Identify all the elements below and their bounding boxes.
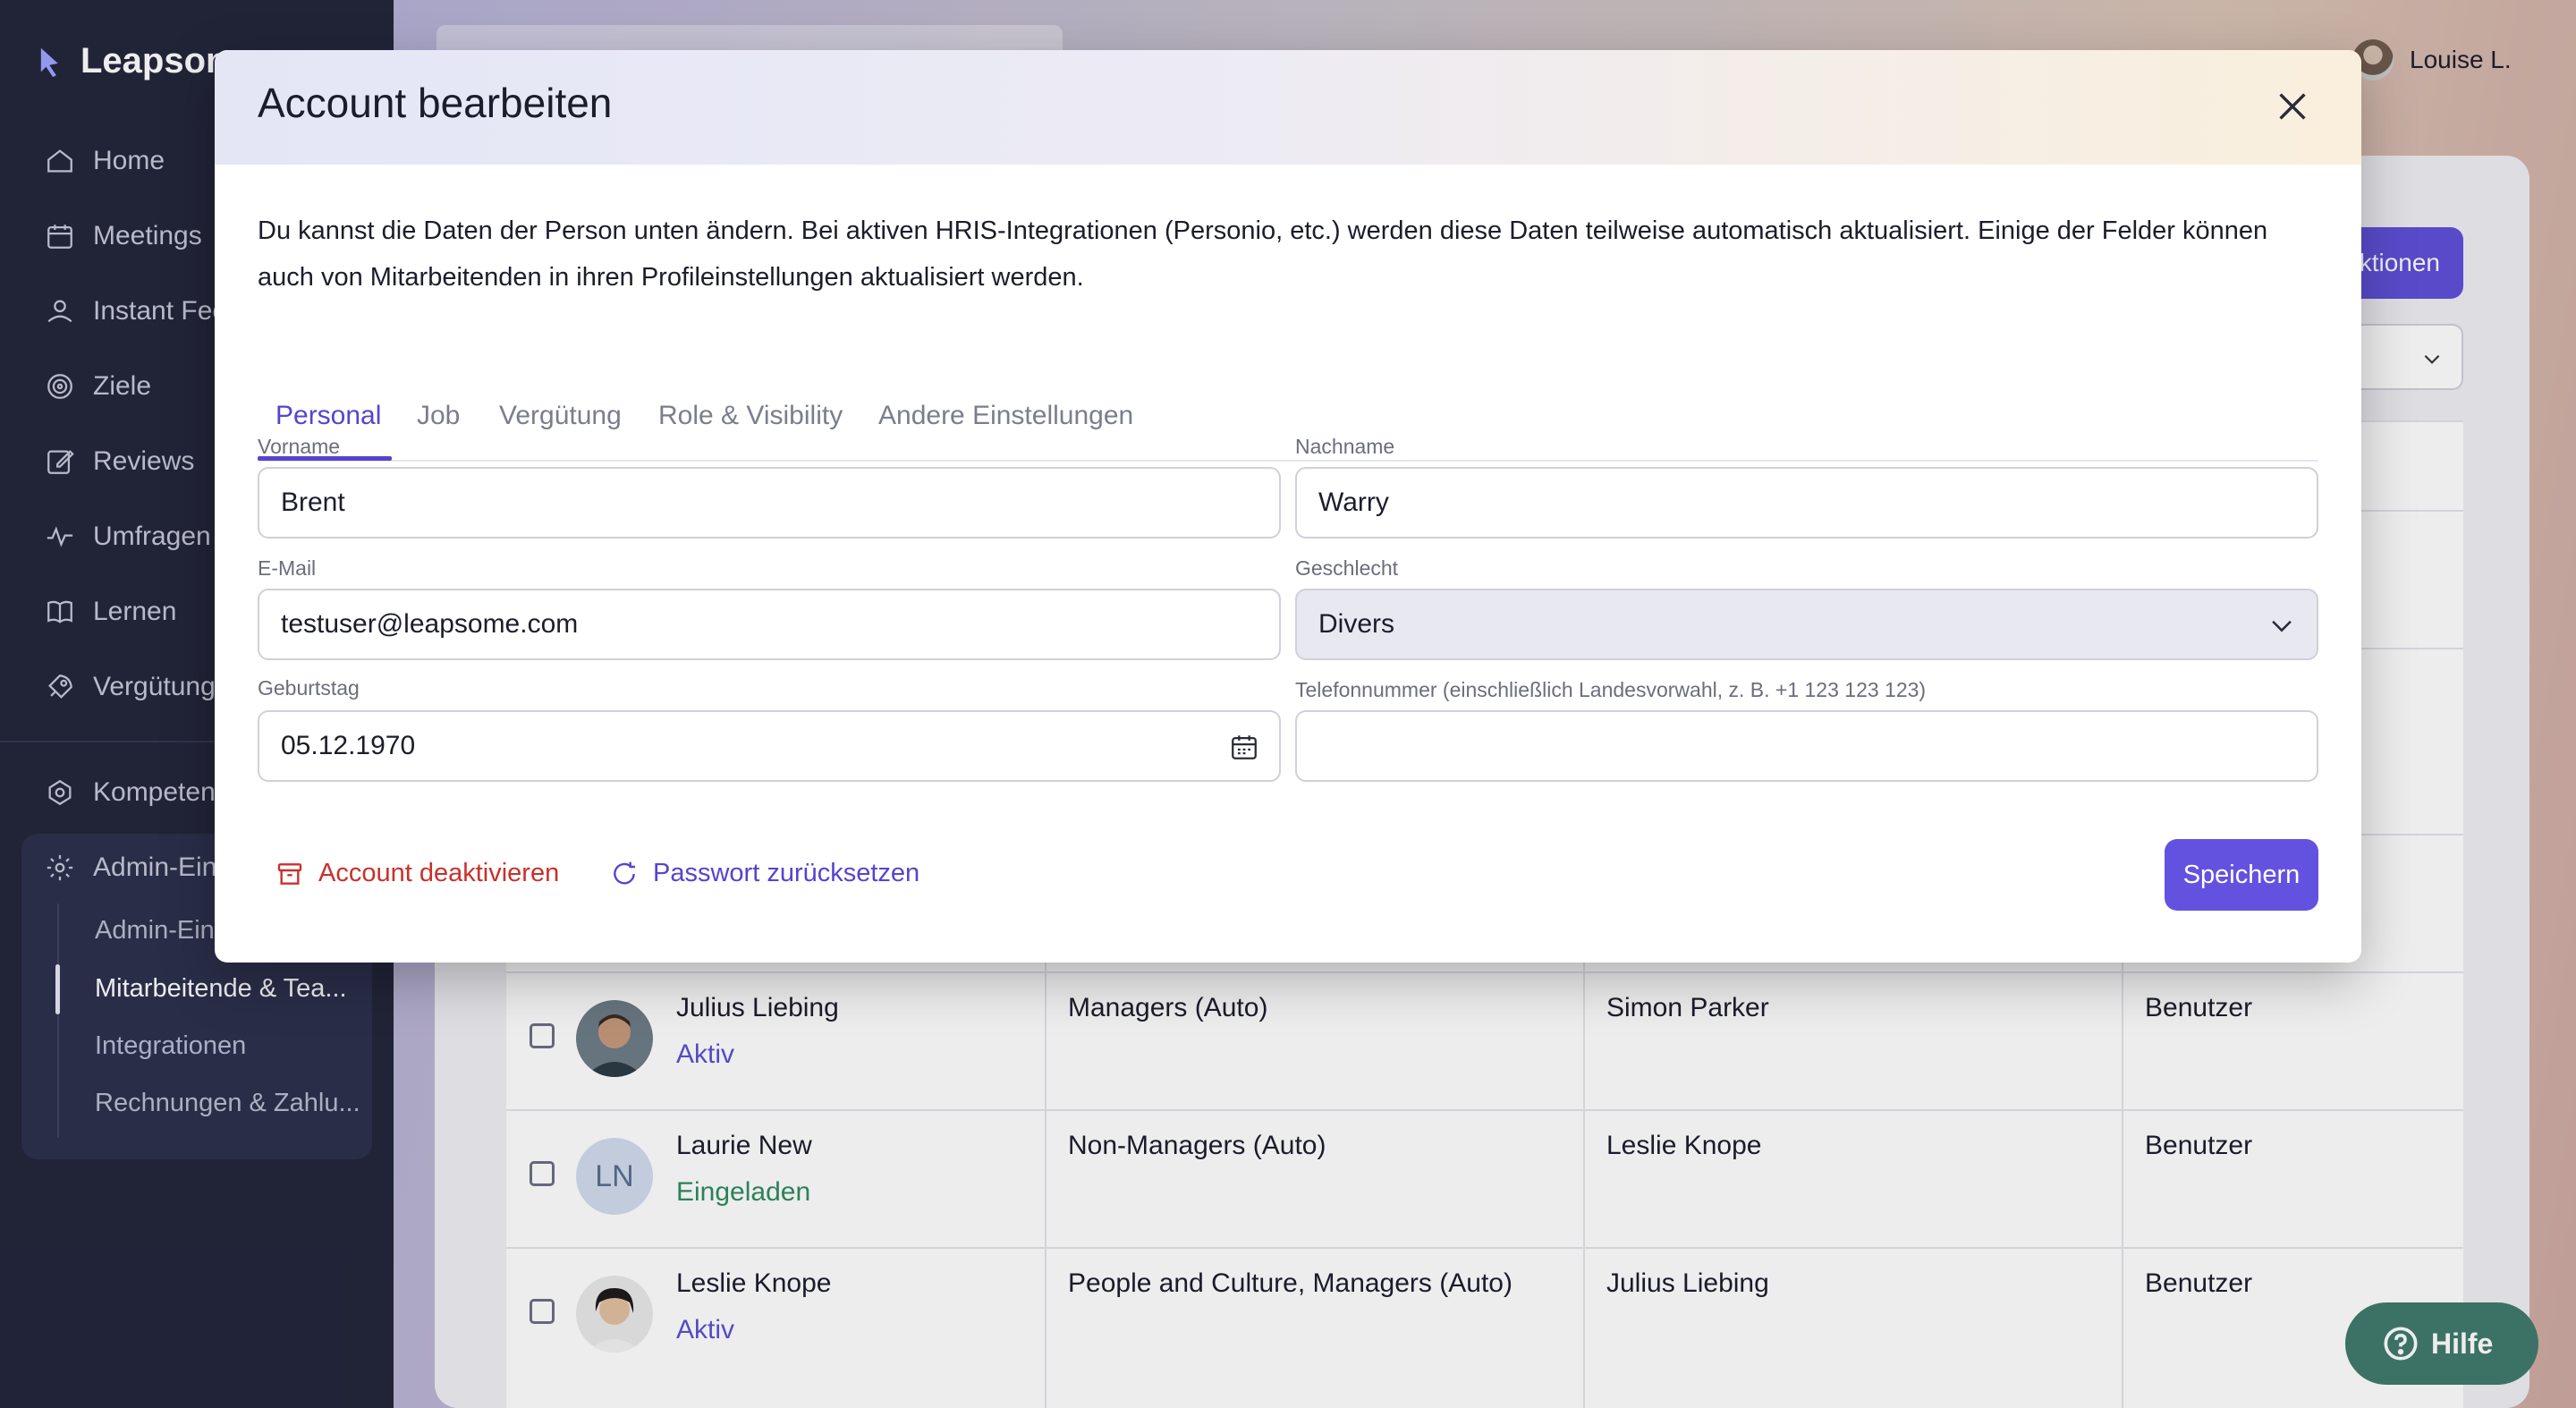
modal-description: Du kannst die Daten der Person unten änd… — [258, 216, 2268, 292]
tabs-divider — [258, 460, 2318, 462]
refresh-icon — [614, 861, 635, 885]
tab-role-visibility[interactable]: Role & Visibility — [658, 401, 843, 431]
email-field[interactable]: testuser@leapsome.com — [258, 589, 1281, 660]
first-name-label: Vorname — [258, 435, 341, 458]
deactivate-account-button[interactable]: Account deaktivieren — [275, 859, 559, 888]
edit-account-modal: Account bearbeiten Du kannst die Daten d… — [215, 50, 2361, 963]
last-name-field[interactable]: Warry — [1295, 467, 2318, 539]
deactivate-label: Account deaktivieren — [318, 859, 560, 887]
email-label: E-Mail — [258, 556, 317, 580]
calendar-icon[interactable] — [1229, 732, 1259, 762]
tab-personal[interactable]: Personal — [275, 401, 381, 431]
reset-password-button[interactable]: Passwort zurücksetzen — [610, 859, 919, 888]
tab-verguetung[interactable]: Vergütung — [499, 401, 622, 431]
tab-other-settings[interactable]: Andere Einstellungen — [878, 401, 1133, 431]
last-name-value: Warry — [1318, 488, 1389, 517]
birthday-field[interactable]: 05.12.1970 — [258, 710, 1281, 782]
first-name-value: Brent — [281, 488, 345, 517]
close-icon[interactable] — [2272, 86, 2313, 127]
phone-label: Telefonnummer (einschließlich Landesvorw… — [1295, 678, 1927, 701]
chevron-down-icon — [2272, 620, 2292, 632]
gender-label: Geschlecht — [1295, 556, 1399, 580]
modal-tabs: Personal Job Vergütung Role & Visibility… — [258, 351, 2318, 463]
gender-value: Divers — [1318, 609, 1395, 639]
gender-select[interactable]: Divers — [1295, 589, 2318, 660]
modal-header: Account bearbeiten — [215, 50, 2361, 165]
modal-title: Account bearbeiten — [258, 80, 613, 126]
tab-job[interactable]: Job — [417, 401, 460, 431]
birthday-label: Geburtstag — [258, 676, 360, 700]
email-value: testuser@leapsome.com — [281, 609, 579, 639]
birthday-value: 05.12.1970 — [281, 731, 416, 760]
archive-icon — [277, 862, 302, 885]
first-name-field[interactable]: Brent — [258, 467, 1281, 539]
phone-field[interactable] — [1295, 710, 2318, 782]
last-name-label: Nachname — [1295, 435, 1395, 458]
reset-label: Passwort zurücksetzen — [653, 859, 920, 887]
save-button[interactable]: Speichern — [2165, 839, 2318, 911]
